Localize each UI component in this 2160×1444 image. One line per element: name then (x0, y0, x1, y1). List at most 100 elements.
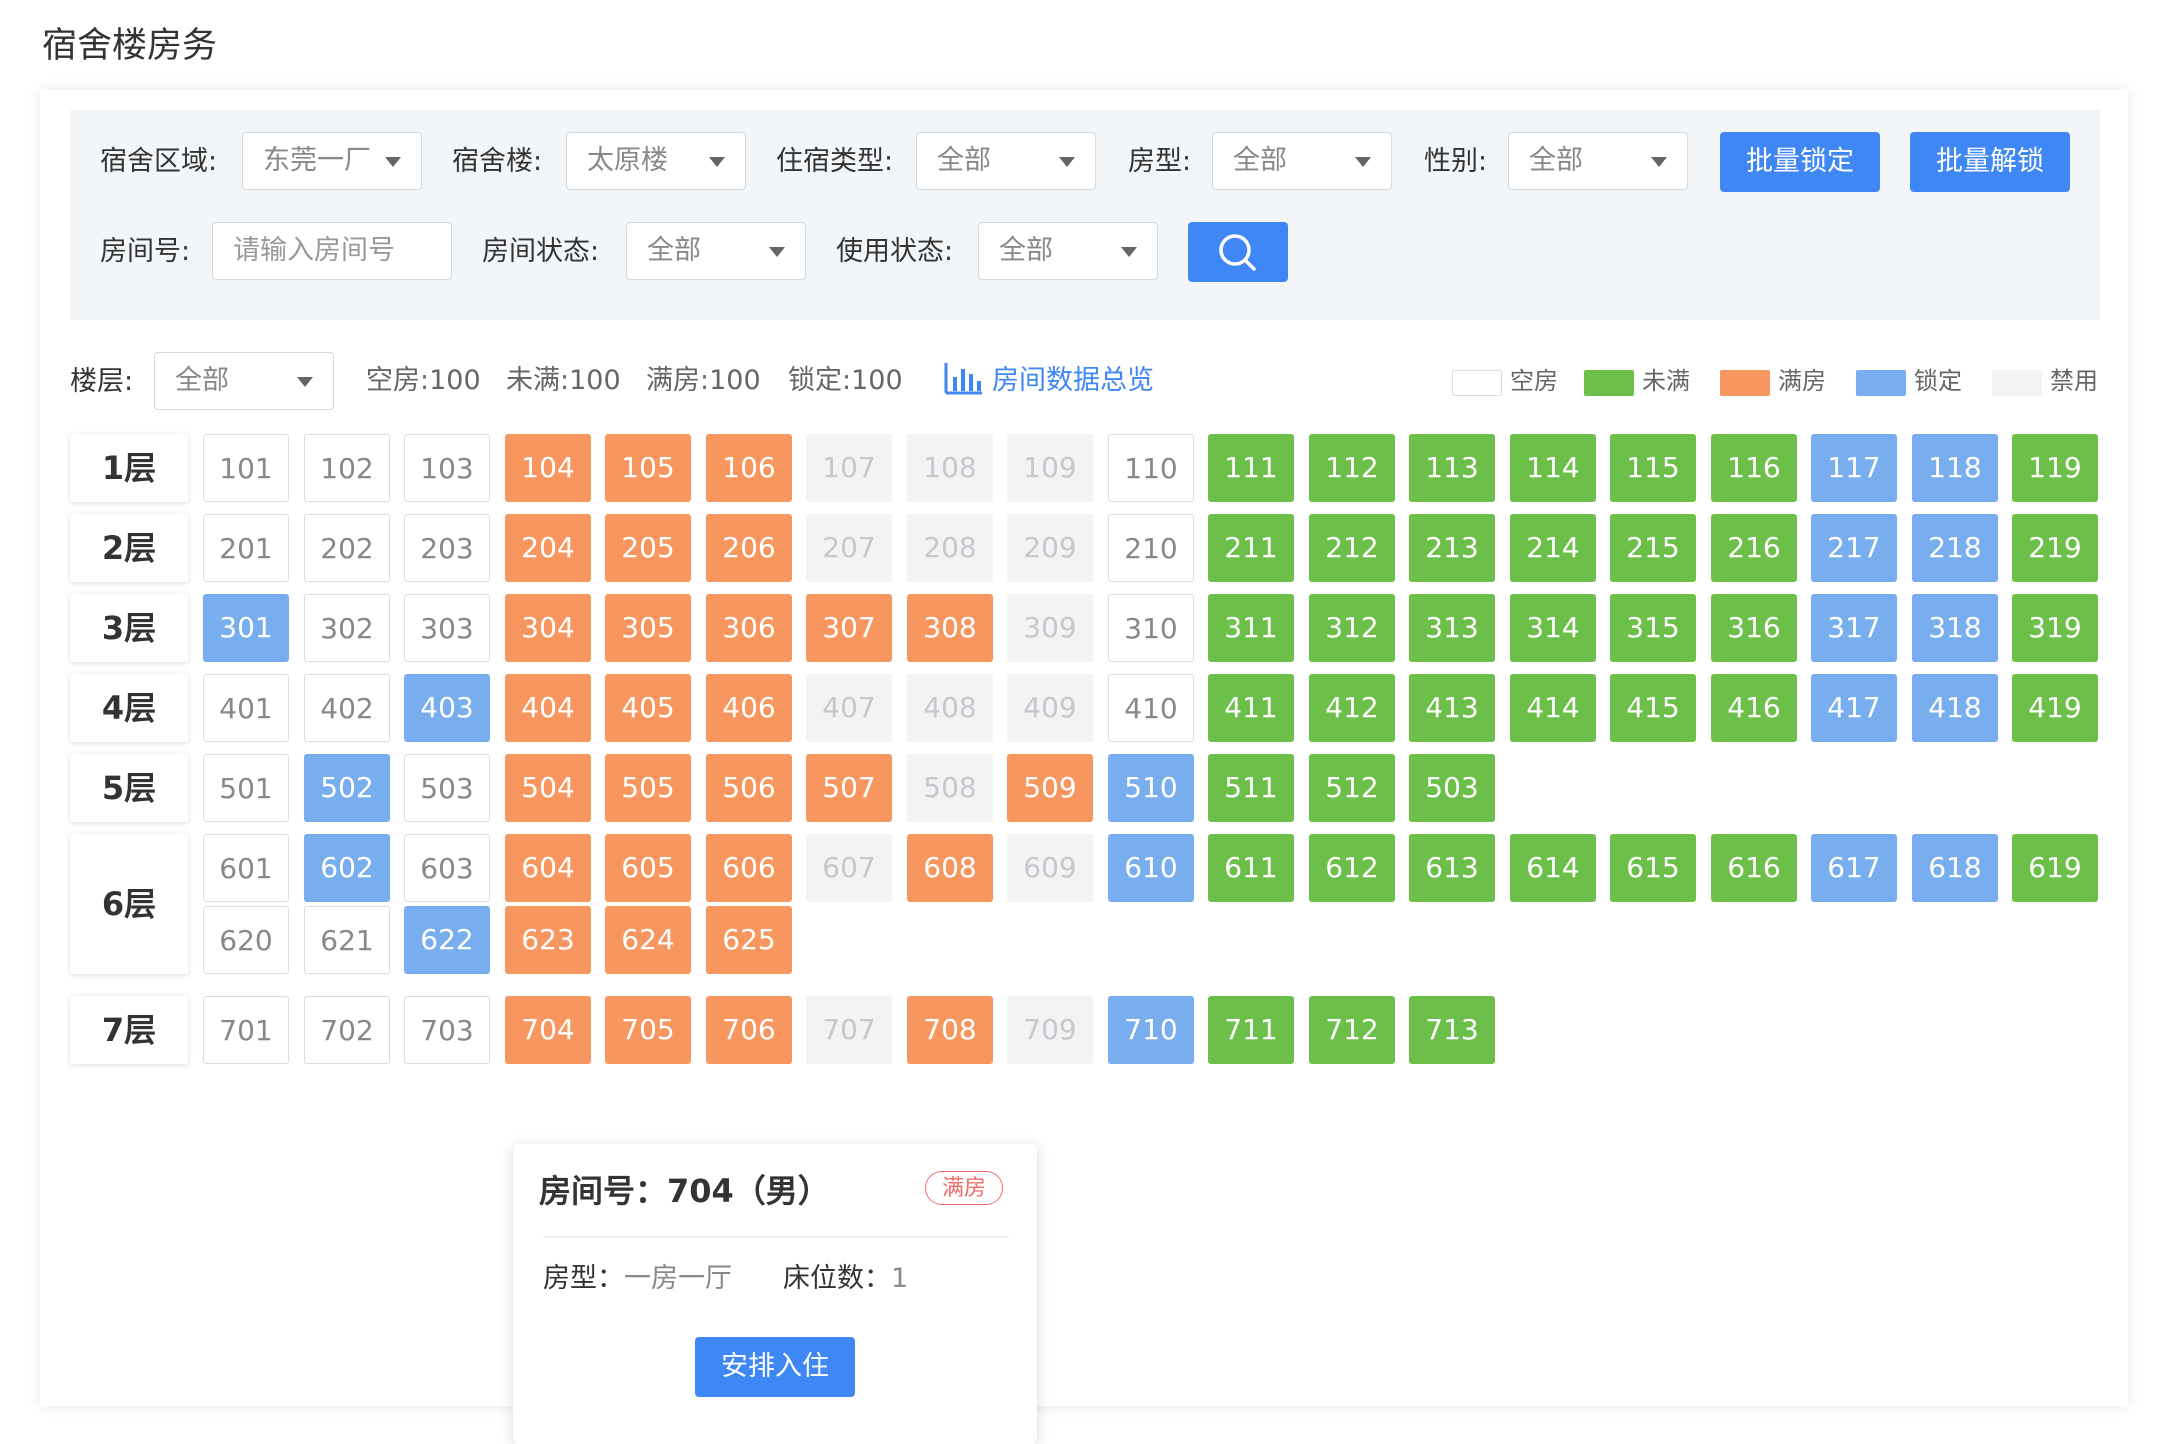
room-712[interactable]: 712 (1309, 996, 1395, 1064)
room-707[interactable]: 707 (806, 996, 892, 1064)
room-414[interactable]: 414 (1510, 674, 1596, 742)
room-219[interactable]: 219 (2012, 514, 2098, 582)
room-410[interactable]: 410 (1108, 674, 1194, 742)
room-512[interactable]: 512 (1309, 754, 1395, 822)
room-115[interactable]: 115 (1610, 434, 1696, 502)
room-109[interactable]: 109 (1007, 434, 1093, 502)
room-status-select[interactable]: 全部 (626, 222, 806, 280)
room-706[interactable]: 706 (706, 996, 792, 1064)
room-415[interactable]: 415 (1610, 674, 1696, 742)
room-507[interactable]: 507 (806, 754, 892, 822)
room-112[interactable]: 112 (1309, 434, 1395, 502)
room-703[interactable]: 703 (404, 996, 490, 1064)
room-214[interactable]: 214 (1510, 514, 1596, 582)
room-no-input[interactable]: 请输入房间号 (212, 222, 452, 280)
room-116[interactable]: 116 (1711, 434, 1797, 502)
room-606[interactable]: 606 (706, 834, 792, 902)
room-204[interactable]: 204 (505, 514, 591, 582)
room-101[interactable]: 101 (203, 434, 289, 502)
room-610[interactable]: 610 (1108, 834, 1194, 902)
room-314[interactable]: 314 (1510, 594, 1596, 662)
room-624[interactable]: 624 (605, 906, 691, 974)
room-620[interactable]: 620 (203, 906, 289, 974)
room-511[interactable]: 511 (1208, 754, 1294, 822)
area-select[interactable]: 东莞一厂 (242, 132, 422, 190)
room-216[interactable]: 216 (1711, 514, 1797, 582)
room-215[interactable]: 215 (1610, 514, 1696, 582)
room-102[interactable]: 102 (304, 434, 390, 502)
room-311[interactable]: 311 (1208, 594, 1294, 662)
room-408[interactable]: 408 (907, 674, 993, 742)
room-110[interactable]: 110 (1108, 434, 1194, 502)
room-206[interactable]: 206 (706, 514, 792, 582)
room-201[interactable]: 201 (203, 514, 289, 582)
room-625[interactable]: 625 (706, 906, 792, 974)
room-506[interactable]: 506 (706, 754, 792, 822)
room-704[interactable]: 704 (505, 996, 591, 1064)
room-310[interactable]: 310 (1108, 594, 1194, 662)
room-418[interactable]: 418 (1912, 674, 1998, 742)
room-609[interactable]: 609 (1007, 834, 1093, 902)
room-209[interactable]: 209 (1007, 514, 1093, 582)
room-713[interactable]: 713 (1409, 996, 1495, 1064)
room-612[interactable]: 612 (1309, 834, 1395, 902)
room-502[interactable]: 502 (304, 754, 390, 822)
room-306[interactable]: 306 (706, 594, 792, 662)
room-405[interactable]: 405 (605, 674, 691, 742)
room-108[interactable]: 108 (907, 434, 993, 502)
room-312[interactable]: 312 (1309, 594, 1395, 662)
room-217[interactable]: 217 (1811, 514, 1897, 582)
room-105[interactable]: 105 (605, 434, 691, 502)
floor-select[interactable]: 全部 (154, 352, 334, 410)
room-313[interactable]: 313 (1409, 594, 1495, 662)
room-701[interactable]: 701 (203, 996, 289, 1064)
room-211[interactable]: 211 (1208, 514, 1294, 582)
room-218[interactable]: 218 (1912, 514, 1998, 582)
room-207[interactable]: 207 (806, 514, 892, 582)
gender-select[interactable]: 全部 (1508, 132, 1688, 190)
room-114[interactable]: 114 (1510, 434, 1596, 502)
room-104[interactable]: 104 (505, 434, 591, 502)
room-705[interactable]: 705 (605, 996, 691, 1064)
room-618[interactable]: 618 (1912, 834, 1998, 902)
room-212[interactable]: 212 (1309, 514, 1395, 582)
room-307[interactable]: 307 (806, 594, 892, 662)
room-309[interactable]: 309 (1007, 594, 1093, 662)
batch-unlock-button[interactable]: 批量解锁 (1910, 132, 2070, 192)
room-213[interactable]: 213 (1409, 514, 1495, 582)
room-510[interactable]: 510 (1108, 754, 1194, 822)
room-601[interactable]: 601 (203, 834, 289, 902)
room-119[interactable]: 119 (2012, 434, 2098, 502)
room-501[interactable]: 501 (203, 754, 289, 822)
room-605[interactable]: 605 (605, 834, 691, 902)
room-308[interactable]: 308 (907, 594, 993, 662)
room-503[interactable]: 503 (1409, 754, 1495, 822)
room-401[interactable]: 401 (203, 674, 289, 742)
room-509[interactable]: 509 (1007, 754, 1093, 822)
room-417[interactable]: 417 (1811, 674, 1897, 742)
room-409[interactable]: 409 (1007, 674, 1093, 742)
room-304[interactable]: 304 (505, 594, 591, 662)
batch-lock-button[interactable]: 批量锁定 (1720, 132, 1880, 192)
room-406[interactable]: 406 (706, 674, 792, 742)
room-318[interactable]: 318 (1912, 594, 1998, 662)
room-117[interactable]: 117 (1811, 434, 1897, 502)
room-305[interactable]: 305 (605, 594, 691, 662)
room-208[interactable]: 208 (907, 514, 993, 582)
room-508[interactable]: 508 (907, 754, 993, 822)
room-702[interactable]: 702 (304, 996, 390, 1064)
room-316[interactable]: 316 (1711, 594, 1797, 662)
room-407[interactable]: 407 (806, 674, 892, 742)
room-317[interactable]: 317 (1811, 594, 1897, 662)
room-711[interactable]: 711 (1208, 996, 1294, 1064)
room-611[interactable]: 611 (1208, 834, 1294, 902)
building-select[interactable]: 太原楼 (566, 132, 746, 190)
room-615[interactable]: 615 (1610, 834, 1696, 902)
room-302[interactable]: 302 (304, 594, 390, 662)
room-103[interactable]: 103 (404, 434, 490, 502)
room-type-select[interactable]: 全部 (1212, 132, 1392, 190)
room-619[interactable]: 619 (2012, 834, 2098, 902)
room-113[interactable]: 113 (1409, 434, 1495, 502)
room-416[interactable]: 416 (1711, 674, 1797, 742)
room-111[interactable]: 111 (1208, 434, 1294, 502)
